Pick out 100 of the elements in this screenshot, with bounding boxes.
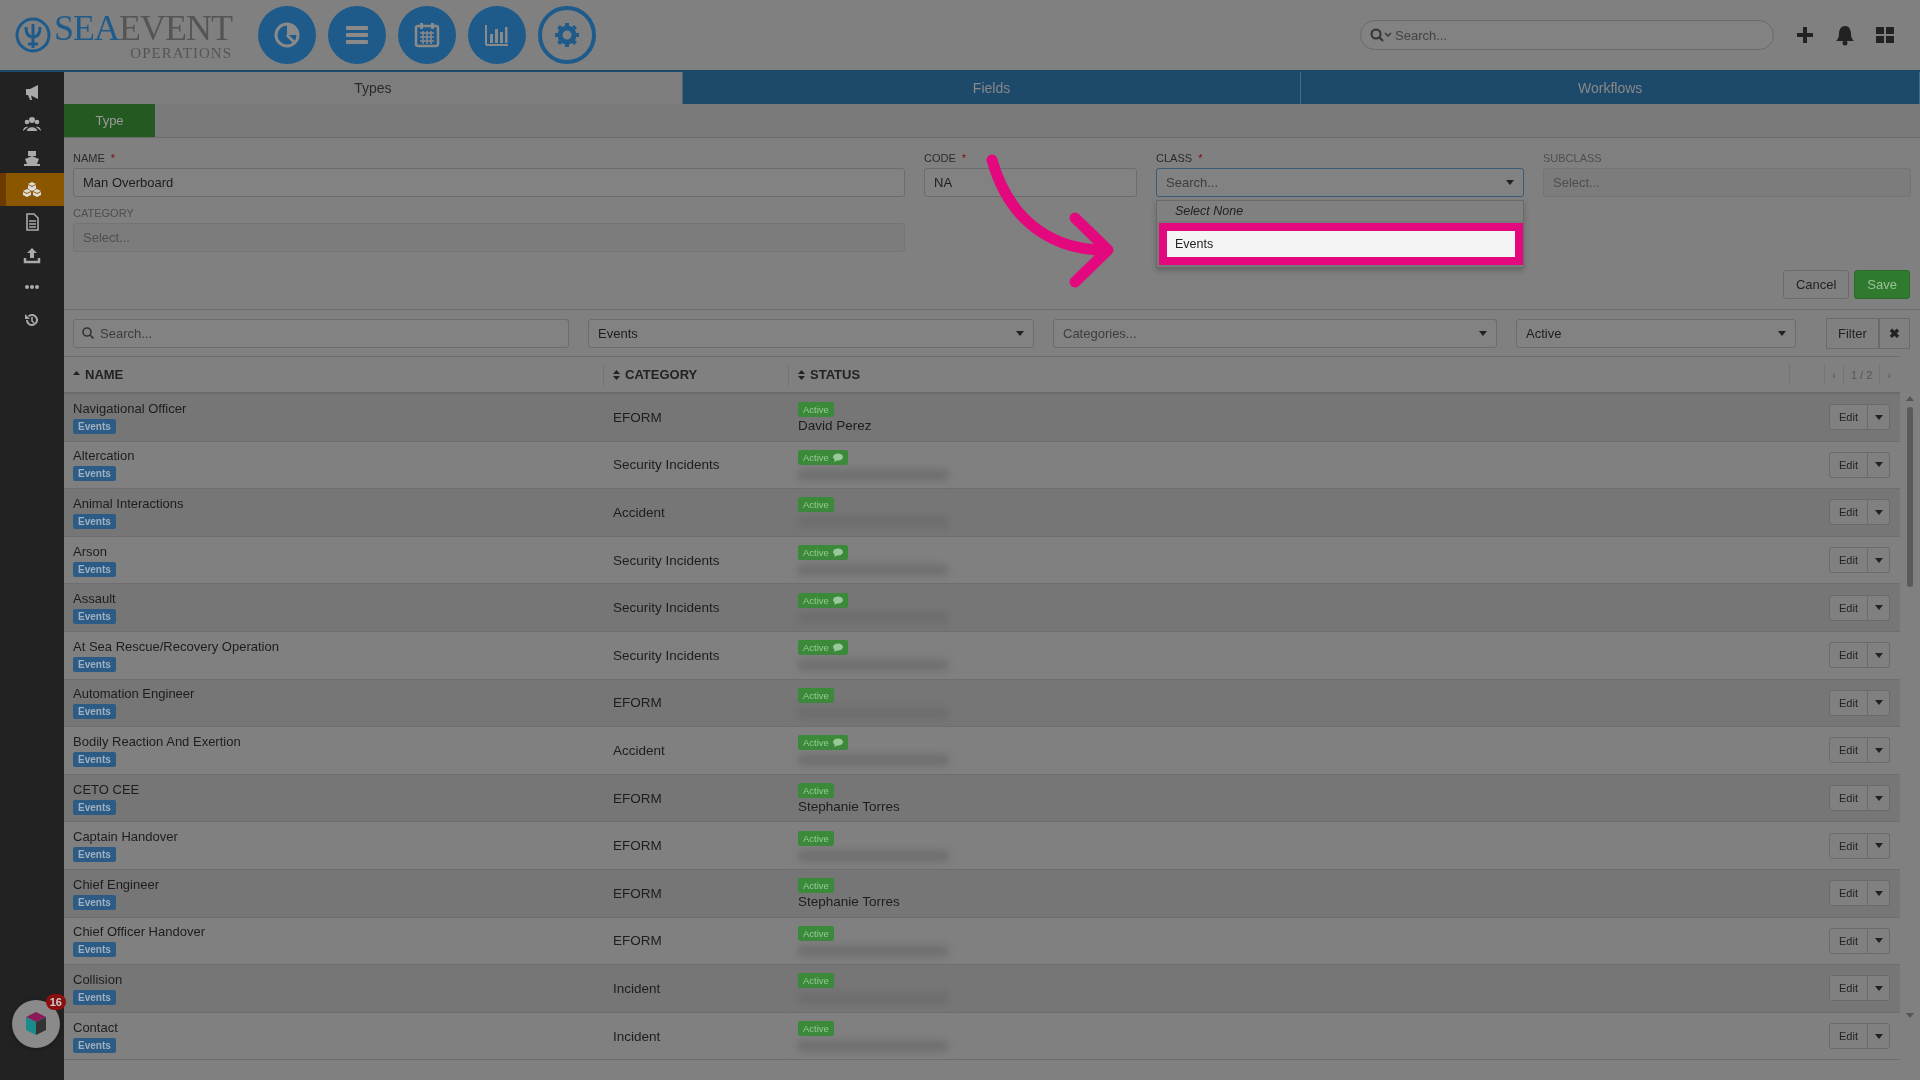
caret-icon: [1874, 1033, 1883, 1039]
dropdown-option[interactable]: Select None: [1157, 201, 1523, 221]
category-cell-text: EFORM: [612, 885, 663, 901]
grid-icon[interactable]: [1874, 24, 1896, 46]
dropdown-toggle[interactable]: [1868, 785, 1890, 812]
caret-icon: [1874, 605, 1883, 611]
category-cell-text: Accident: [612, 505, 666, 520]
edit-button[interactable]: Edit: [1829, 785, 1868, 812]
edit-button[interactable]: Edit: [1829, 642, 1868, 669]
edit-button[interactable]: Edit: [1829, 737, 1868, 764]
tag-label: Events: [73, 894, 116, 910]
megaphone-icon: [23, 82, 41, 101]
caret-icon: [1874, 985, 1883, 991]
input-field[interactable]: NA: [924, 168, 1137, 197]
nav-button[interactable]: [468, 6, 526, 64]
plus-icon[interactable]: [1794, 24, 1816, 46]
dropdown-option[interactable]: Events: [1159, 223, 1523, 265]
edit-button[interactable]: Edit: [1829, 1023, 1868, 1049]
trident-logo-icon: [14, 16, 52, 54]
column-header[interactable]: STATUS: [789, 363, 1790, 386]
nav-button[interactable]: [398, 6, 456, 64]
tab[interactable]: Fields: [682, 72, 1302, 104]
select-field[interactable]: Search...: [1156, 168, 1524, 197]
status-filter[interactable]: Active: [1516, 319, 1796, 348]
caret-icon: [1016, 331, 1024, 336]
input-field[interactable]: Man Overboard: [73, 168, 905, 197]
dropdown-toggle[interactable]: [1868, 1023, 1890, 1049]
edit-button[interactable]: Edit: [1829, 451, 1868, 478]
edit-button[interactable]: Edit: [1829, 499, 1868, 526]
type-name: Navigational Officer: [73, 400, 187, 416]
dropdown-toggle[interactable]: [1868, 880, 1890, 907]
subtab[interactable]: Type: [64, 104, 155, 137]
type-name: Animal Interactions: [73, 496, 184, 511]
type-name: Chief Engineer: [73, 876, 159, 892]
dropdown-toggle[interactable]: [1868, 404, 1890, 431]
column-header[interactable]: CATEGORY: [604, 363, 789, 386]
dropdown-toggle[interactable]: [1868, 975, 1890, 1002]
status-badge: Active: [798, 497, 834, 513]
document-icon: [23, 213, 41, 232]
dropdown-toggle[interactable]: [1868, 594, 1890, 621]
sidebar-item[interactable]: [0, 173, 64, 206]
boxes-icon: [23, 180, 41, 199]
type-name: Collision: [73, 971, 123, 987]
calendar-icon: [412, 20, 442, 50]
field-label: CLASS *: [1156, 152, 1204, 165]
edit-button[interactable]: Edit: [1829, 880, 1868, 907]
caret-icon: [1874, 843, 1883, 849]
category-cell-text: Incident: [612, 1028, 662, 1044]
caret-icon: [1874, 462, 1883, 468]
dropdown-toggle[interactable]: [1868, 832, 1890, 859]
dropdown-toggle[interactable]: [1868, 451, 1890, 478]
speech-bubble-icon: [832, 643, 843, 653]
type-name: CETO CEE: [73, 781, 140, 797]
edit-button[interactable]: Edit: [1829, 404, 1868, 431]
tag-label: Events: [73, 561, 116, 577]
dropdown-toggle[interactable]: [1868, 927, 1890, 954]
category-cell-text: Security Incidents: [612, 552, 721, 568]
category-filter[interactable]: Categories...: [1053, 319, 1497, 348]
caret-icon: [1874, 890, 1883, 896]
nav-button[interactable]: [258, 6, 316, 64]
dropdown-toggle[interactable]: [1868, 499, 1890, 526]
edit-button[interactable]: Edit: [1829, 594, 1868, 621]
field-label: NAME *: [73, 152, 117, 165]
speech-bubble-icon: [832, 738, 843, 748]
status-badge: Active: [798, 830, 834, 846]
status-badge: Active: [798, 973, 834, 989]
owner-name: David Perez: [798, 417, 872, 433]
filter-button[interactable]: Filter: [1826, 318, 1879, 349]
bell-icon[interactable]: [1834, 24, 1856, 46]
tag-label: Events: [73, 847, 116, 863]
edit-button[interactable]: Edit: [1829, 975, 1868, 1002]
tag-label: Events: [73, 751, 116, 767]
dropdown-toggle[interactable]: [1868, 547, 1890, 574]
speech-bubble-icon: [832, 595, 843, 605]
dropdown-toggle[interactable]: [1868, 642, 1890, 669]
nav-button[interactable]: [328, 6, 386, 64]
clear-button[interactable]: ✖: [1878, 318, 1910, 349]
status-badge: Active: [798, 782, 834, 798]
type-name: Altercation: [73, 448, 135, 464]
save-button[interactable]: Save: [1854, 270, 1910, 299]
tag-label: Events: [73, 704, 116, 720]
search-field[interactable]: Search...: [73, 319, 569, 348]
edit-button[interactable]: Edit: [1829, 832, 1868, 859]
edit-button[interactable]: Edit: [1829, 927, 1868, 954]
dropdown-toggle[interactable]: [1868, 737, 1890, 764]
status-badge: Active: [798, 687, 834, 703]
dropdown-toggle[interactable]: [1868, 689, 1890, 716]
column-header[interactable]: NAME: [64, 363, 604, 386]
tab[interactable]: Workflows: [1301, 72, 1920, 104]
search-field[interactable]: Search...: [1360, 20, 1774, 50]
cancel-button[interactable]: Cancel: [1782, 270, 1850, 299]
upload-icon: [23, 245, 41, 264]
people-icon: [23, 115, 41, 134]
edit-button[interactable]: Edit: [1829, 547, 1868, 574]
edit-button[interactable]: Edit: [1829, 689, 1868, 716]
class-filter[interactable]: Events: [588, 319, 1034, 348]
search-icon: [82, 327, 94, 339]
caret-icon: [1874, 938, 1883, 944]
owner-name: Stephanie Torres: [798, 798, 900, 814]
status-badge: Active: [798, 545, 848, 561]
